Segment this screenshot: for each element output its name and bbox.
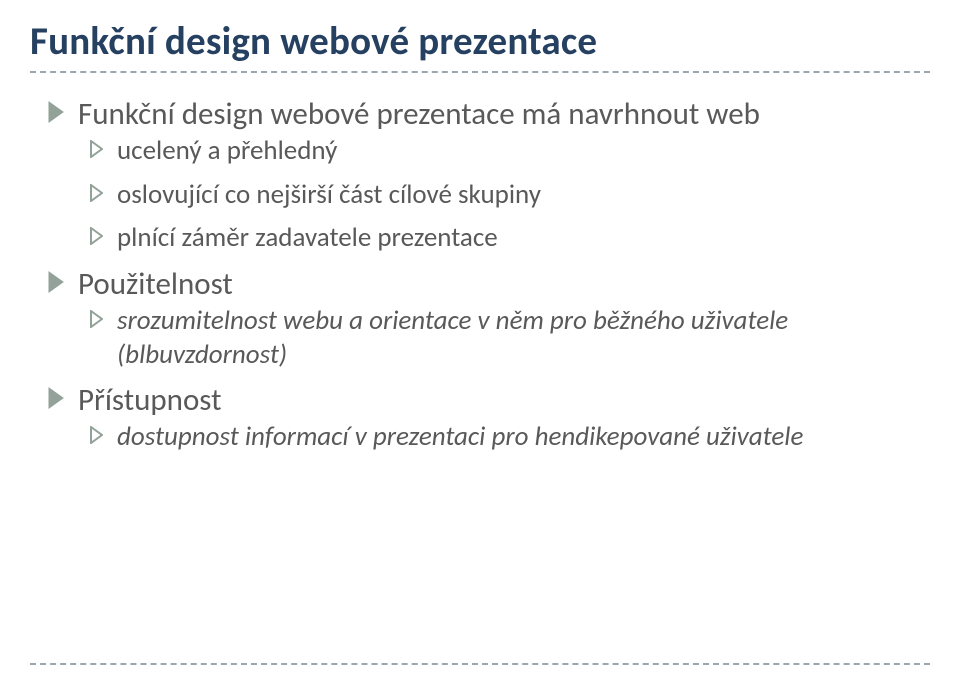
list-item-text: Použitelnost bbox=[78, 265, 233, 304]
play-bullet-icon bbox=[90, 310, 103, 328]
list-item-text: srozumitelnost webu a orientace v něm pr… bbox=[117, 304, 930, 372]
footer-divider bbox=[30, 663, 930, 665]
list-item: Použitelnost srozumitelnost webu a orien… bbox=[48, 265, 930, 371]
play-bullet-icon bbox=[90, 184, 103, 202]
play-bullet-icon bbox=[90, 140, 103, 158]
play-bullet-icon bbox=[90, 227, 103, 245]
bullet-list: Funkční design webové prezentace má navr… bbox=[30, 95, 930, 454]
play-bullet-icon bbox=[48, 271, 64, 293]
play-bullet-icon bbox=[90, 426, 103, 444]
list-item: oslovující co nejširší část cílové skupi… bbox=[90, 178, 930, 212]
slide-title: Funkční design webové prezentace bbox=[30, 18, 930, 65]
list-item: dostupnost informací v prezentaci pro he… bbox=[90, 420, 930, 454]
list-item: Přístupnost dostupnost informací v preze… bbox=[48, 381, 930, 454]
list-item-text: Funkční design webové prezentace má navr… bbox=[78, 95, 760, 134]
list-item-text: ucelený a přehledný bbox=[117, 134, 337, 168]
play-bullet-icon bbox=[48, 101, 64, 123]
list-item: Funkční design webové prezentace má navr… bbox=[48, 95, 930, 255]
list-item-text: dostupnost informací v prezentaci pro he… bbox=[117, 420, 803, 454]
list-item: srozumitelnost webu a orientace v něm pr… bbox=[90, 304, 930, 372]
play-bullet-icon bbox=[48, 387, 64, 409]
list-item-text: plnící záměr zadavatele prezentace bbox=[117, 221, 498, 255]
list-item: plnící záměr zadavatele prezentace bbox=[90, 221, 930, 255]
title-divider bbox=[30, 71, 930, 73]
list-item-text: oslovující co nejširší část cílové skupi… bbox=[117, 178, 541, 212]
list-item-text: Přístupnost bbox=[78, 381, 221, 420]
list-item: ucelený a přehledný bbox=[90, 134, 930, 168]
